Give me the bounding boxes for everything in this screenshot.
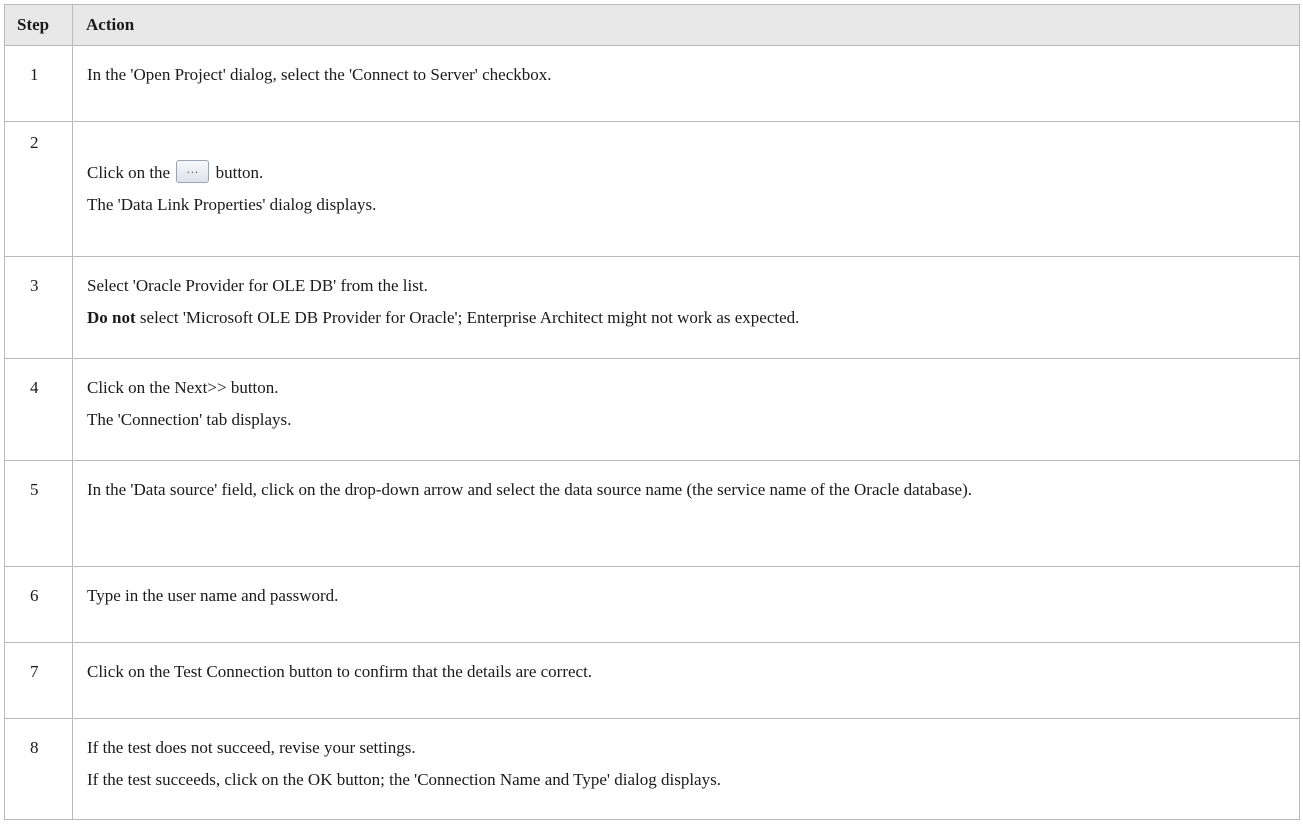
step-action: In the 'Data source' field, click on the… (72, 460, 1300, 567)
step-action: Select 'Oracle Provider for OLE DB' from… (72, 256, 1300, 359)
action-text: If the test does not succeed, revise you… (87, 738, 416, 757)
step-number: 6 (4, 566, 73, 643)
step-number: 2 (4, 121, 73, 257)
action-text: Select 'Oracle Provider for OLE DB' from… (87, 276, 428, 295)
table-row: 5 In the 'Data source' field, click on t… (4, 460, 1300, 567)
step-action: Click on the Test Connection button to c… (72, 642, 1300, 719)
step-action: If the test does not succeed, revise you… (72, 718, 1300, 820)
table-row: 2 Click on the ··· button. The 'Data Lin… (4, 121, 1300, 257)
table-row: 4 Click on the Next>> button. The 'Conne… (4, 358, 1300, 461)
step-column-header: Step (4, 4, 73, 46)
action-text: Click on the Next>> button. (87, 378, 279, 397)
step-number: 8 (4, 718, 73, 820)
table-header-row: Step Action (4, 4, 1300, 46)
steps-table: Step Action 1 In the 'Open Project' dial… (4, 4, 1300, 820)
step-action: Click on the Next>> button. The 'Connect… (72, 358, 1300, 461)
warning-text: select 'Microsoft OLE DB Provider for Or… (135, 308, 800, 327)
ellipsis-button-icon: ··· (176, 160, 210, 183)
table-row: 6 Type in the user name and password. (4, 566, 1300, 643)
action-text: Click on the Test Connection button to c… (87, 662, 593, 681)
table-row: 1 In the 'Open Project' dialog, select t… (4, 45, 1300, 122)
action-warning: Do not select 'Microsoft OLE DB Provider… (87, 307, 1289, 329)
step-action: Click on the ··· button. The 'Data Link … (72, 121, 1300, 257)
step-number: 5 (4, 460, 73, 567)
step-number: 1 (4, 45, 73, 122)
action-text: Type in the user name and password. (87, 586, 339, 605)
click-text: Click on the (87, 163, 171, 182)
step-number: 7 (4, 642, 73, 719)
action-text: In the 'Open Project' dialog, select the… (87, 65, 552, 84)
step-action: In the 'Open Project' dialog, select the… (72, 45, 1300, 122)
table-row: 3 Select 'Oracle Provider for OLE DB' fr… (4, 256, 1300, 359)
action-column-header: Action (72, 4, 1300, 46)
action-text: The 'Data Link Properties' dialog displa… (87, 195, 377, 214)
step-number: 4 (4, 358, 73, 461)
step-number: 3 (4, 256, 73, 359)
ellipsis-glyph: ··· (186, 168, 200, 179)
action-text: In the 'Data source' field, click on the… (87, 480, 973, 499)
step-action: Type in the user name and password. (72, 566, 1300, 643)
action-text: Click on the ··· button. (87, 160, 1289, 184)
action-text: If the test succeeds, click on the OK bu… (87, 770, 721, 789)
warning-emphasis: Do not (87, 308, 136, 327)
button-text: button. (215, 163, 264, 182)
table-row: 7 Click on the Test Connection button to… (4, 642, 1300, 719)
action-text: The 'Connection' tab displays. (87, 410, 292, 429)
table-row: 8 If the test does not succeed, revise y… (4, 718, 1300, 820)
